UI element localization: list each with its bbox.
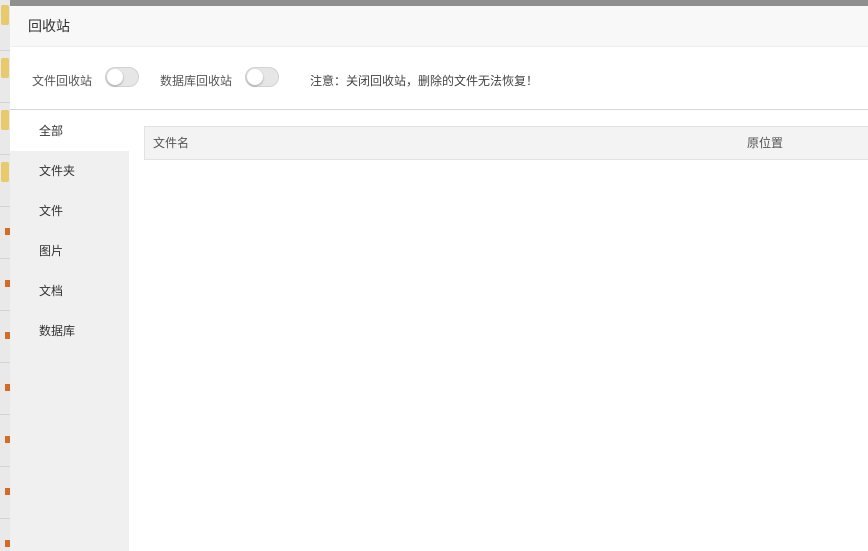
sidebar-item-documents[interactable]: 文档 bbox=[10, 271, 129, 311]
folder-icon bbox=[1, 162, 9, 182]
db-recycle-toggle[interactable] bbox=[245, 67, 279, 87]
folder-icon bbox=[1, 58, 9, 78]
row-divider bbox=[0, 50, 10, 51]
sidebar-item-folders[interactable]: 文件夹 bbox=[10, 151, 129, 191]
file-recycle-label: 文件回收站 bbox=[32, 74, 93, 88]
dialog-header: 回收站 bbox=[10, 6, 868, 47]
row-divider bbox=[0, 518, 10, 519]
sidebar-item-all[interactable]: 全部 bbox=[10, 111, 129, 151]
row-divider bbox=[0, 102, 10, 103]
db-recycle-label: 数据库回收站 bbox=[160, 74, 233, 88]
recycle-settings-bar: 文件回收站 数据库回收站 注意：关闭回收站，删除的文件无法恢复！ bbox=[10, 48, 868, 110]
row-divider bbox=[0, 258, 10, 259]
row-divider bbox=[0, 206, 10, 207]
folder-icon bbox=[1, 5, 9, 25]
toggle-knob bbox=[107, 69, 123, 85]
row-divider bbox=[0, 154, 10, 155]
column-header-filename[interactable]: 文件名 bbox=[153, 127, 189, 160]
row-divider bbox=[0, 414, 10, 415]
row-divider bbox=[0, 466, 10, 467]
file-recycle-toggle[interactable] bbox=[105, 67, 139, 87]
toggle-knob bbox=[247, 69, 263, 85]
table-header: 文件名 原位置 bbox=[144, 126, 868, 160]
row-divider bbox=[0, 362, 10, 363]
page: 回收站 文件回收站 数据库回收站 注意：关闭回收站，删除的文件无法恢复！ 全部 … bbox=[0, 0, 868, 551]
column-header-original-location[interactable]: 原位置 bbox=[747, 127, 783, 160]
sidebar-item-databases[interactable]: 数据库 bbox=[10, 311, 129, 351]
folder-icon bbox=[1, 110, 9, 130]
sidebar-item-files[interactable]: 文件 bbox=[10, 191, 129, 231]
dialog-title: 回收站 bbox=[28, 19, 70, 35]
row-divider bbox=[0, 310, 10, 311]
recycle-bin-dialog: 回收站 文件回收站 数据库回收站 注意：关闭回收站，删除的文件无法恢复！ 全部 … bbox=[10, 6, 868, 551]
recycle-warning-notice: 注意：关闭回收站，删除的文件无法恢复！ bbox=[310, 74, 539, 88]
recycle-table: 文件名 原位置 bbox=[144, 126, 868, 160]
sidebar-item-images[interactable]: 图片 bbox=[10, 231, 129, 271]
background-page-strip bbox=[0, 0, 10, 551]
category-sidebar: 全部 文件夹 文件 图片 文档 数据库 bbox=[10, 111, 129, 551]
